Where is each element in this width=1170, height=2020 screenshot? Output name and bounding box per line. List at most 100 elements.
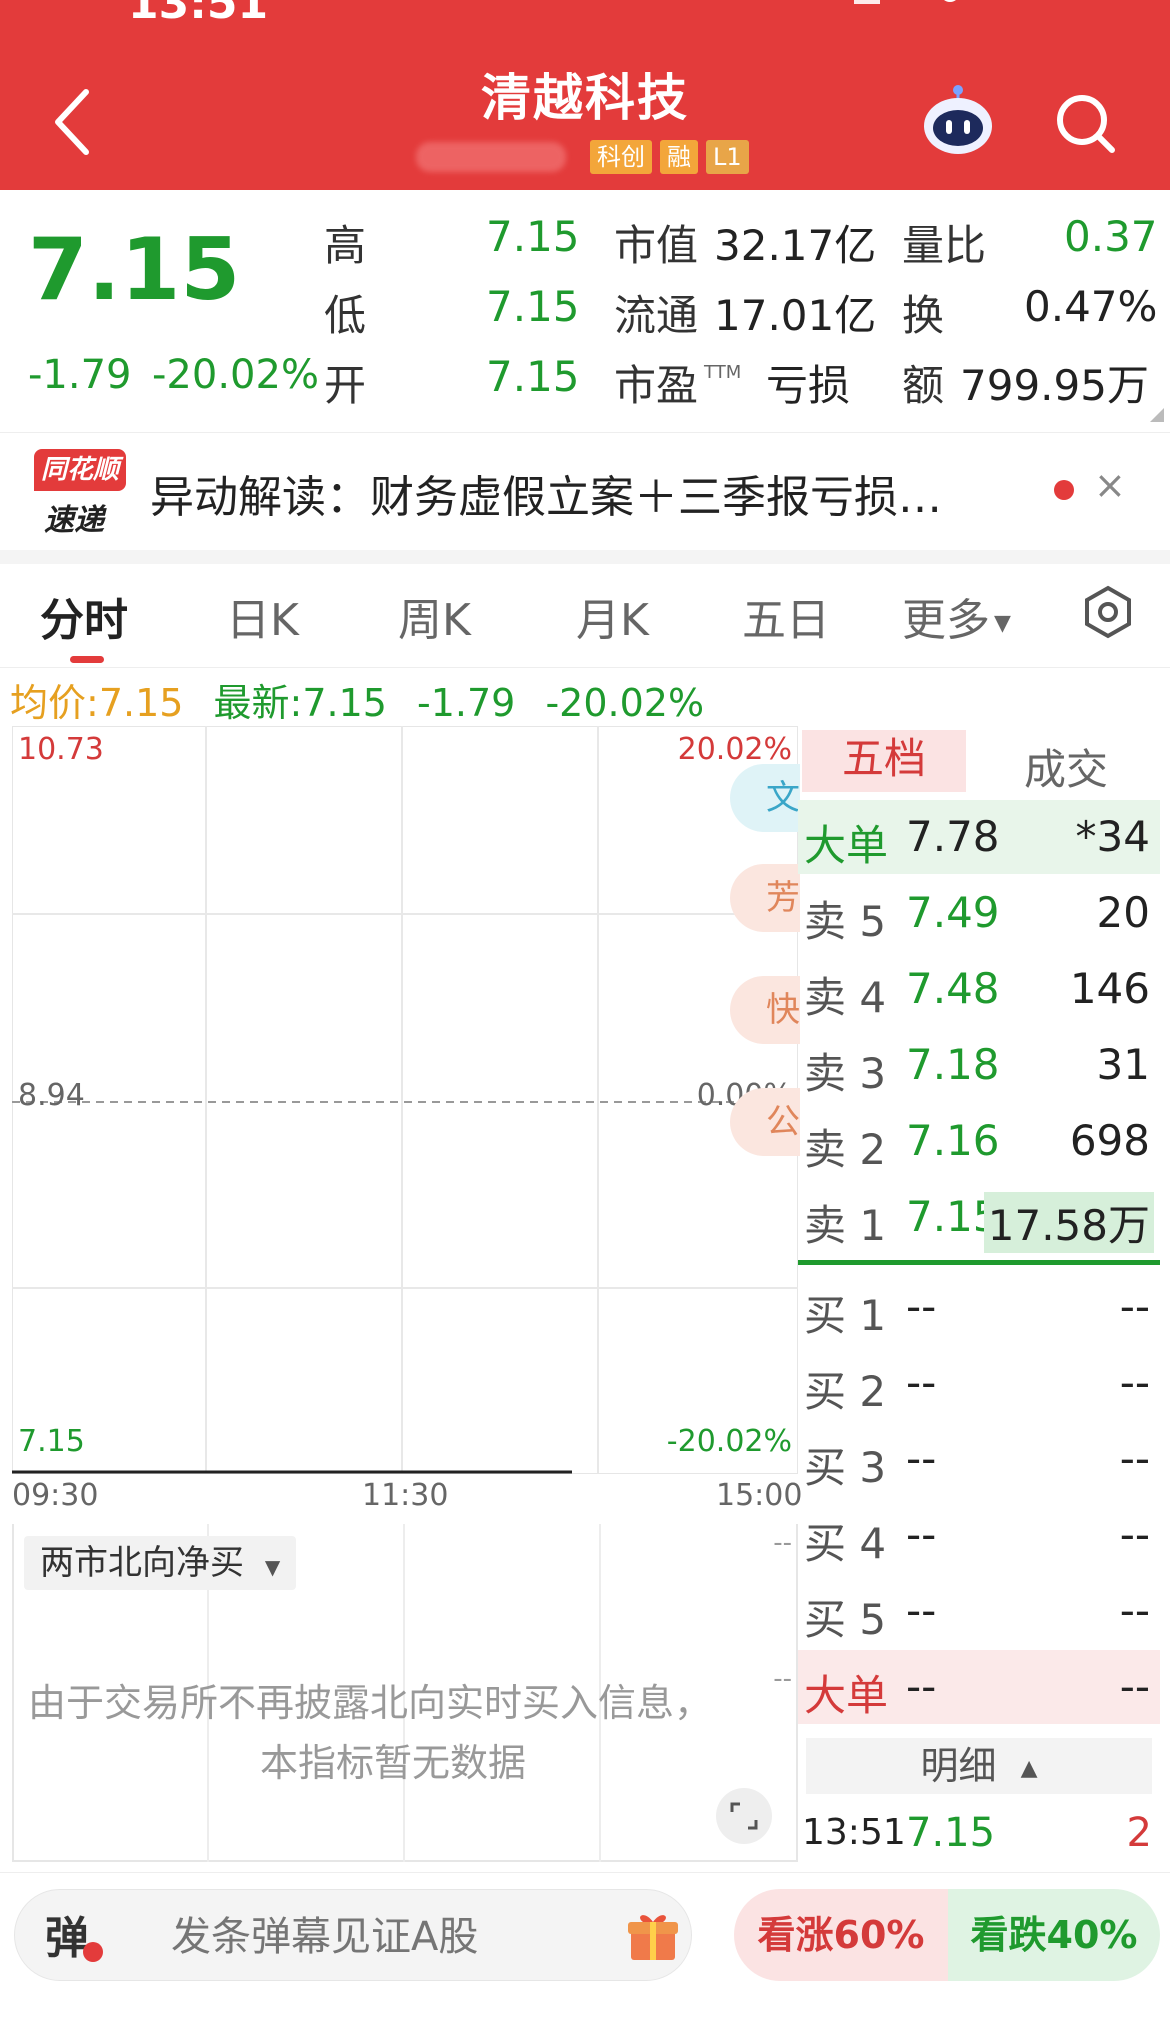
buy-row: 买 3 -- -- bbox=[798, 1422, 1160, 1496]
float-btn-kuai[interactable]: 快 bbox=[730, 976, 800, 1044]
gift-icon[interactable] bbox=[625, 1908, 681, 1964]
detail-toggle[interactable]: 明细 ▲ bbox=[806, 1738, 1152, 1794]
indicator-dash-mid: -- bbox=[773, 1664, 792, 1694]
tag-l1: L1 bbox=[706, 140, 749, 174]
float-label: 流通 bbox=[614, 291, 699, 340]
pe-label-text: 市盈 bbox=[614, 361, 699, 410]
tick-row: 13:51 7.15 2 bbox=[802, 1810, 1158, 1868]
news-logo: 同花顺 速递 bbox=[34, 449, 126, 538]
buy-row: 买 2 -- -- bbox=[798, 1346, 1160, 1420]
buy-vol: -- bbox=[1119, 1510, 1150, 1559]
sell-label: 卖 1 bbox=[804, 1201, 887, 1250]
tab-intraday[interactable]: 分时 bbox=[40, 584, 128, 648]
latest-change-pct: -20.02% bbox=[545, 681, 705, 725]
float-btn-fang[interactable]: 芳 bbox=[730, 864, 800, 932]
x-axis-label-open: 09:30 bbox=[12, 1478, 99, 1513]
news-strip[interactable]: 同花顺 速递 异动解读：财务虚假立案＋三季报亏损… × bbox=[0, 432, 1170, 550]
sell-row: 卖 1 7.15 17.58万 bbox=[798, 1180, 1160, 1254]
buy-price: -- bbox=[906, 1586, 937, 1635]
news-headline[interactable]: 异动解读：财务虚假立案＋三季报亏损… bbox=[150, 461, 942, 525]
vol-ratio-label: 量比 bbox=[902, 221, 987, 270]
bearish-button[interactable]: 看跌40% bbox=[948, 1889, 1160, 1981]
x-axis-label-close: 15:00 bbox=[716, 1478, 803, 1513]
buy-price: -- bbox=[906, 1282, 937, 1331]
big-sell-price: 7.78 bbox=[906, 812, 1000, 861]
sell-price: 7.49 bbox=[906, 888, 1000, 937]
chart-tabs: 分时 日K 周K 月K 五日 更多 ▼ bbox=[0, 564, 1170, 668]
tab-daily-k[interactable]: 日K bbox=[226, 584, 299, 648]
turnover-label: 换 bbox=[902, 291, 945, 340]
mcap-label: 市值 bbox=[614, 221, 699, 270]
tab-five-levels[interactable]: 五档 bbox=[802, 730, 966, 792]
buy-label: 买 4 bbox=[804, 1519, 887, 1568]
indicator-select[interactable]: 两市北向净买 ▼ bbox=[24, 1536, 297, 1590]
amount-label: 额 bbox=[902, 361, 945, 410]
intraday-info-line: 均价:7.15 最新:7.15 -1.79 -20.02% bbox=[10, 672, 704, 727]
danmu-input[interactable] bbox=[171, 1912, 611, 1962]
buy-label: 买 5 bbox=[804, 1595, 887, 1644]
sell-price: 7.18 bbox=[906, 1040, 1000, 1089]
sell-row: 卖 2 7.16 698 bbox=[798, 1104, 1160, 1178]
unread-dot bbox=[1054, 480, 1074, 500]
detail-label: 明细 bbox=[920, 1744, 997, 1788]
robot-icon[interactable] bbox=[920, 82, 996, 158]
y-axis-top-label: 10.73 bbox=[18, 732, 104, 767]
latest-label: 最新: bbox=[213, 681, 303, 725]
sell-price: 7.48 bbox=[906, 964, 1000, 1013]
price-line-layer bbox=[12, 1470, 572, 1474]
pct-axis-top-label: 20.02% bbox=[677, 732, 792, 767]
x-axis-label-noon: 11:30 bbox=[362, 1478, 449, 1513]
news-logo-top: 同花顺 bbox=[34, 449, 126, 491]
pct-axis-bottom-label: -20.02% bbox=[666, 1424, 792, 1459]
big-sell-label: 大单 bbox=[804, 821, 889, 870]
open-label: 开 bbox=[324, 361, 367, 410]
intraday-chart[interactable]: 10.73 8.94 7.15 20.02% 0.00% -20.02% 文 芳… bbox=[12, 726, 800, 1474]
danmu-box[interactable]: 弹 bbox=[14, 1889, 692, 1981]
buy-row: 买 1 -- -- bbox=[798, 1270, 1160, 1344]
sell-label: 卖 2 bbox=[804, 1125, 887, 1174]
buy-label: 买 1 bbox=[804, 1291, 887, 1340]
turnover-value: 0.47% bbox=[1024, 282, 1158, 331]
y-axis-mid-label: 8.94 bbox=[18, 1078, 85, 1113]
expand-corner-icon[interactable] bbox=[1150, 408, 1164, 422]
indicator-dash-top: -- bbox=[773, 1528, 792, 1558]
tick-vol: 2 bbox=[1126, 1810, 1152, 1856]
float-btn-gong[interactable]: 公 bbox=[730, 1088, 800, 1156]
tag-star-market: 科创 bbox=[590, 140, 652, 174]
tab-five-day[interactable]: 五日 bbox=[742, 584, 830, 648]
search-icon[interactable] bbox=[1050, 88, 1120, 158]
sell-label: 卖 4 bbox=[804, 973, 887, 1022]
low-label: 低 bbox=[324, 291, 367, 340]
status-icons bbox=[840, 0, 1070, 12]
big-buy-vol: -- bbox=[1119, 1662, 1150, 1711]
float-btn-wen[interactable]: 文 bbox=[730, 764, 800, 832]
sell-row: 卖 3 7.18 31 bbox=[798, 1028, 1160, 1102]
pe-ttm-suffix: TTM bbox=[704, 362, 742, 383]
latest-change: -1.79 bbox=[417, 681, 516, 725]
last-price: 7.15 bbox=[28, 220, 241, 320]
close-icon[interactable]: × bbox=[1094, 463, 1126, 507]
bullish-button[interactable]: 看涨60% bbox=[734, 1889, 948, 1981]
wifi-icon bbox=[940, 0, 960, 2]
stock-tags: 科创 融 L1 bbox=[590, 140, 749, 174]
buy-vol: -- bbox=[1119, 1434, 1150, 1483]
high-label: 高 bbox=[324, 221, 367, 270]
settings-hexagon-icon[interactable] bbox=[1080, 584, 1136, 640]
danmu-check-icon bbox=[83, 1942, 103, 1962]
latest-value: 7.15 bbox=[302, 681, 387, 725]
tab-trades[interactable]: 成交 bbox=[1024, 736, 1108, 797]
price-change: -1.79 bbox=[28, 352, 132, 398]
sell-row: 卖 5 7.49 20 bbox=[798, 876, 1160, 950]
big-buy-row: 大单 -- -- bbox=[798, 1650, 1160, 1724]
expand-icon[interactable] bbox=[714, 1786, 774, 1846]
danmu-icon[interactable]: 弹 bbox=[45, 1902, 89, 1966]
tab-monthly-k[interactable]: 月K bbox=[576, 584, 649, 648]
tab-weekly-k[interactable]: 周K bbox=[398, 584, 471, 648]
sell-label: 卖 5 bbox=[804, 897, 887, 946]
sell-vol: 698 bbox=[1069, 1116, 1150, 1165]
indicator-message-2: 本指标暂无数据 bbox=[260, 1741, 527, 1785]
pe-value: 亏损 bbox=[766, 361, 851, 410]
tab-more[interactable]: 更多 ▼ bbox=[902, 584, 1011, 648]
signal-icon bbox=[840, 0, 880, 4]
tag-margin: 融 bbox=[660, 140, 698, 174]
